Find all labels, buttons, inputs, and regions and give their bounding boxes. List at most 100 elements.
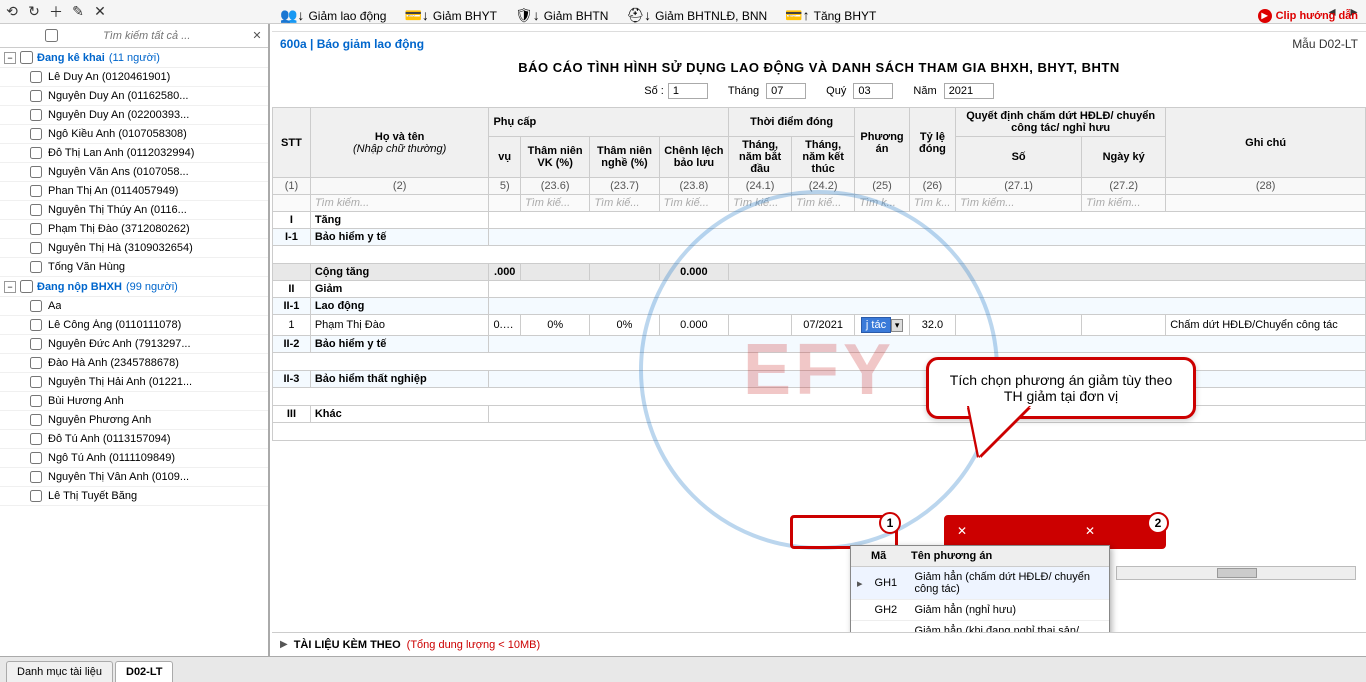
item-check[interactable] bbox=[30, 261, 42, 273]
tab-danh-muc[interactable]: Danh mục tài liệu bbox=[6, 661, 113, 682]
item-check[interactable] bbox=[30, 414, 42, 426]
item-check[interactable] bbox=[30, 223, 42, 235]
tang-bhyt-button[interactable]: 💳↑Tăng BHYT bbox=[785, 7, 876, 24]
item-check[interactable] bbox=[30, 395, 42, 407]
item-check[interactable] bbox=[30, 376, 42, 388]
tree-item[interactable]: Phạm Thị Đào (3712080262) bbox=[0, 220, 268, 239]
main: 👥↓Giảm lao động 💳↓Giảm BHYT 🛡↓Giảm BHTN … bbox=[272, 0, 1366, 656]
horizontal-scrollbar[interactable] bbox=[1116, 566, 1356, 580]
quy-input[interactable] bbox=[853, 83, 893, 99]
tree-group[interactable]: − Đang kê khai (11 người) bbox=[0, 48, 268, 68]
item-check[interactable] bbox=[30, 471, 42, 483]
giam-bhtn-button[interactable]: 🛡↓Giảm BHTN bbox=[515, 7, 608, 24]
attachments-bar[interactable]: ▶ TÀI LIỆU KÈM THEO (Tổng dung lượng < 1… bbox=[272, 632, 1366, 656]
tree-item[interactable]: Nguyễn Phương Anh bbox=[0, 411, 268, 430]
item-check[interactable] bbox=[30, 90, 42, 102]
item-check[interactable] bbox=[30, 204, 42, 216]
tree-item[interactable]: Aa bbox=[0, 297, 268, 316]
thang-input[interactable] bbox=[766, 83, 806, 99]
sidebar-search-clear-icon[interactable]: ✕ bbox=[250, 29, 264, 42]
expander-icon[interactable]: − bbox=[4, 52, 16, 64]
giam-bhtnld-button[interactable]: ⛑↓Giảm BHTNLĐ, BNN bbox=[626, 7, 767, 24]
item-check[interactable] bbox=[30, 109, 42, 121]
group-check[interactable] bbox=[20, 51, 33, 64]
breadcrumb-row: 600a | Báo giảm lao động Mẫu D02-LT bbox=[272, 32, 1366, 56]
giam-lao-dong-button[interactable]: 👥↓Giảm lao động bbox=[280, 7, 386, 24]
tree-item[interactable]: Nguyễn Duy An (01162580... bbox=[0, 87, 268, 106]
dropdown-option[interactable]: GH2Giảm hẳn (nghỉ hưu) bbox=[851, 600, 1109, 621]
pencil-icon[interactable]: ✎ bbox=[70, 4, 86, 20]
tree-item[interactable]: Đỗ Tú Anh (0113157094) bbox=[0, 430, 268, 449]
item-label: Nguyễn Thị Hải Anh (01221... bbox=[48, 376, 192, 388]
tree-item[interactable]: Nguyễn Thị Hải Anh (01221... bbox=[0, 373, 268, 392]
tree-item[interactable]: Nguyễn Đức Anh (7913297... bbox=[0, 335, 268, 354]
item-label: Lê Thị Tuyết Băng bbox=[48, 490, 137, 502]
th-tnbd: Tháng, năm bắt đầu bbox=[729, 137, 792, 178]
phuong-an-dropdown[interactable]: MãTên phương án ▸GH1Giảm hẳn (chấm dứt H… bbox=[850, 545, 1110, 632]
tree-item[interactable]: Lê Thị Tuyết Băng bbox=[0, 487, 268, 506]
dropdown-option[interactable]: GH3Giảm hẳn (khi đang nghỉ thai sản/ốm/k… bbox=[851, 621, 1109, 633]
chevron-right-icon: ▶ bbox=[280, 639, 288, 650]
sidebar-search-check[interactable] bbox=[4, 29, 99, 42]
tree-item[interactable]: Ngô Tú Anh (0111109849) bbox=[0, 449, 268, 468]
item-check[interactable] bbox=[30, 338, 42, 350]
item-check[interactable] bbox=[30, 71, 42, 83]
plus-icon[interactable]: ＋ bbox=[48, 4, 64, 20]
item-check[interactable] bbox=[30, 185, 42, 197]
clip-huong-dan-button[interactable]: ▶Clip hướng dẫn bbox=[1258, 9, 1358, 23]
tree-item[interactable]: Ngô Kiều Anh (0107058308) bbox=[0, 125, 268, 144]
item-check[interactable] bbox=[30, 452, 42, 464]
refresh-icon[interactable]: ⟲ bbox=[4, 4, 20, 20]
item-check[interactable] bbox=[30, 433, 42, 445]
expander-icon[interactable]: − bbox=[4, 281, 16, 293]
item-check[interactable] bbox=[30, 242, 42, 254]
highlight-2: ✕✕2 bbox=[944, 515, 1166, 549]
report-params: Số : Tháng Quý Năm bbox=[272, 79, 1366, 107]
tree-item[interactable]: Đỗ Thị Lan Anh (0112032994) bbox=[0, 144, 268, 163]
so-input[interactable] bbox=[668, 83, 708, 99]
tree-group[interactable]: − Đang nộp BHXH (99 người) bbox=[0, 277, 268, 297]
tree-item[interactable]: Lê Duy An (0120461901) bbox=[0, 68, 268, 87]
tab-d02-lt[interactable]: D02-LT bbox=[115, 661, 173, 682]
tree-item[interactable]: Lê Công Áng (0110111078) bbox=[0, 316, 268, 335]
item-check[interactable] bbox=[30, 357, 42, 369]
item-check[interactable] bbox=[30, 319, 42, 331]
so-label: Số : bbox=[644, 85, 664, 97]
tree-item[interactable]: Phan Thị An (0114057949) bbox=[0, 182, 268, 201]
item-label: Nguyễn Đức Anh (7913297... bbox=[48, 338, 191, 350]
tree-item[interactable]: Nguyễn Văn Ans (0107058... bbox=[0, 163, 268, 182]
giam-bhyt-button[interactable]: 💳↓Giảm BHYT bbox=[404, 7, 496, 24]
nam-input[interactable] bbox=[944, 83, 994, 99]
tree-item[interactable]: Nguyễn Thị Thúy An (0116... bbox=[0, 201, 268, 220]
tree-item[interactable]: Tống Văn Hùng bbox=[0, 258, 268, 277]
item-label: Phan Thị An (0114057949) bbox=[48, 185, 178, 197]
item-check[interactable] bbox=[30, 128, 42, 140]
table-row[interactable]: 1 Phạm Thị Đào 0.000 0% 0% 0.000 07/2021… bbox=[273, 315, 1366, 336]
tree-item[interactable]: Đào Hà Anh (2345788678) bbox=[0, 354, 268, 373]
dropdown-option[interactable]: ▸GH1Giảm hẳn (chấm dứt HĐLĐ/ chuyển công… bbox=[851, 567, 1109, 600]
item-check[interactable] bbox=[30, 166, 42, 178]
phuong-an-cell[interactable]: j tác▾ bbox=[855, 315, 910, 336]
tree-item[interactable]: Nguyễn Thị Hà (3109032654) bbox=[0, 239, 268, 258]
data-grid: STT Họ và tên(Nhập chữ thường) Phụ cấp T… bbox=[272, 107, 1366, 441]
group-check[interactable] bbox=[20, 280, 33, 293]
item-label: Đỗ Tú Anh (0113157094) bbox=[48, 433, 171, 445]
chevron-down-icon[interactable]: ▾ bbox=[891, 319, 903, 332]
item-check[interactable] bbox=[30, 490, 42, 502]
item-check[interactable] bbox=[30, 300, 42, 312]
people-down-icon: 👥↓ bbox=[280, 7, 304, 24]
item-label: Ngô Tú Anh (0111109849) bbox=[48, 452, 175, 464]
tree-item[interactable]: Nguyễn Thị Vân Anh (0109... bbox=[0, 468, 268, 487]
item-check[interactable] bbox=[30, 147, 42, 159]
item-label: Nguyễn Duy An (01162580... bbox=[48, 90, 188, 102]
tree-item[interactable]: Bùi Hương Anh bbox=[0, 392, 268, 411]
item-label: Aa bbox=[48, 300, 61, 312]
sidebar-tree: − Đang kê khai (11 người)Lê Duy An (0120… bbox=[0, 48, 268, 656]
sidebar-search-input[interactable] bbox=[99, 28, 250, 44]
item-label: Phạm Thị Đào (3712080262) bbox=[48, 223, 190, 235]
highlight-1: 1 bbox=[790, 515, 898, 549]
sync-icon[interactable]: ↻ bbox=[26, 4, 42, 20]
close-icon[interactable]: ✕ bbox=[92, 4, 108, 20]
tree-item[interactable]: Nguyễn Duy An (02200393... bbox=[0, 106, 268, 125]
item-label: Lê Công Áng (0110111078) bbox=[48, 319, 181, 331]
